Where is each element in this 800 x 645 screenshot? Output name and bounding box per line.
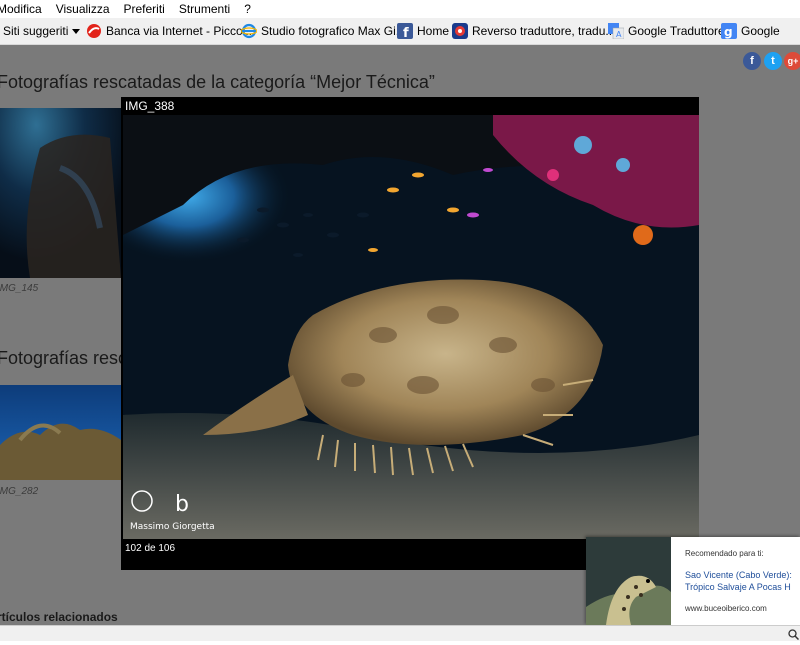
recommendation-label: Recomendado para ti: xyxy=(685,549,764,558)
menu-modifica[interactable]: Modifica xyxy=(0,2,42,16)
fav-siti-suggeriti[interactable]: Siti suggeriti xyxy=(3,18,81,44)
fav-google-traduttore[interactable]: A Google Traduttore xyxy=(608,18,725,44)
page-title: Fotografías rescatadas de la categoría “… xyxy=(0,72,435,92)
reverso-icon xyxy=(452,23,468,39)
bank-icon xyxy=(86,23,102,39)
fav-label: Siti suggeriti xyxy=(3,24,69,38)
fav-studio[interactable]: Studio fotografico Max Gi... xyxy=(240,18,406,44)
dropdown-arrow-icon xyxy=(72,28,81,34)
fav-label: Google Traduttore xyxy=(628,24,725,38)
share-glyph: t xyxy=(771,55,775,67)
menu-visualizza[interactable]: Visualizza xyxy=(56,2,110,16)
menu-strumenti[interactable]: Strumenti xyxy=(179,2,230,16)
share-glyph: f xyxy=(750,55,754,67)
svg-text:g: g xyxy=(724,25,733,39)
fav-google[interactable]: g Google xyxy=(721,18,780,44)
fav-label: Reverso traduttore, tradu... xyxy=(472,24,616,38)
ie-icon xyxy=(240,23,258,39)
lightbox-image[interactable]: b Massimo Giorgetta xyxy=(123,115,699,539)
svg-text:f: f xyxy=(403,26,409,39)
fav-reverso[interactable]: Reverso traduttore, tradu... xyxy=(452,18,615,44)
thumbnail-caption: IMG_145 xyxy=(0,283,39,294)
twitter-icon[interactable]: t xyxy=(764,52,782,70)
recommendation-title[interactable]: Sao Vicente (Cabo Verde): xyxy=(685,570,792,580)
svg-text:b: b xyxy=(175,492,189,517)
zoom-icon[interactable] xyxy=(788,627,800,645)
recommendation-url[interactable]: www.buceoiberico.com xyxy=(685,604,767,613)
thumbnail-img-282[interactable] xyxy=(0,385,121,480)
menu-preferiti[interactable]: Preferiti xyxy=(124,2,165,16)
lightbox: IMG_388 b Massimo Giorgetta 102 de 106 xyxy=(121,97,699,570)
thumbnail-caption: IMG_282 xyxy=(0,486,39,497)
google-icon: g xyxy=(721,23,737,39)
recommendation-box[interactable]: Recomendado para ti: Sao Vicente (Cabo V… xyxy=(586,537,800,625)
facebook-icon[interactable]: f xyxy=(743,52,761,70)
menu-bar: Modifica Visualizza Preferiti Strumenti … xyxy=(0,0,800,18)
fav-label: Google xyxy=(741,24,780,38)
fav-label: Studio fotografico Max Gi... xyxy=(261,24,406,38)
google-plus-icon[interactable]: g+ xyxy=(784,52,800,70)
thumbnail-img-145[interactable] xyxy=(0,108,121,278)
share-glyph: g+ xyxy=(787,56,799,66)
lightbox-title: IMG_388 xyxy=(125,99,175,113)
lightbox-counter: 102 de 106 xyxy=(125,543,176,554)
related-articles-heading: rtículos relacionados xyxy=(0,610,118,624)
fav-banca[interactable]: Banca via Internet - Piccol... xyxy=(86,18,255,44)
fav-home[interactable]: f Home xyxy=(397,18,449,44)
section-title: Fotografías resca xyxy=(0,348,138,368)
google-translate-icon: A xyxy=(608,23,625,40)
fav-label: Home xyxy=(417,24,450,38)
recommendation-title[interactable]: Trópico Salvaje A Pocas H xyxy=(685,582,791,592)
fav-label: Banca via Internet - Piccol... xyxy=(106,24,256,38)
svg-text:A: A xyxy=(616,30,622,39)
facebook-icon: f xyxy=(397,23,413,41)
recommendation-image[interactable] xyxy=(586,537,671,625)
favorites-bar: Siti suggeriti Banca via Internet - Picc… xyxy=(0,18,800,45)
status-bar xyxy=(0,625,800,641)
menu-help[interactable]: ? xyxy=(244,2,251,16)
watermark-text: Massimo Giorgetta xyxy=(130,522,215,532)
